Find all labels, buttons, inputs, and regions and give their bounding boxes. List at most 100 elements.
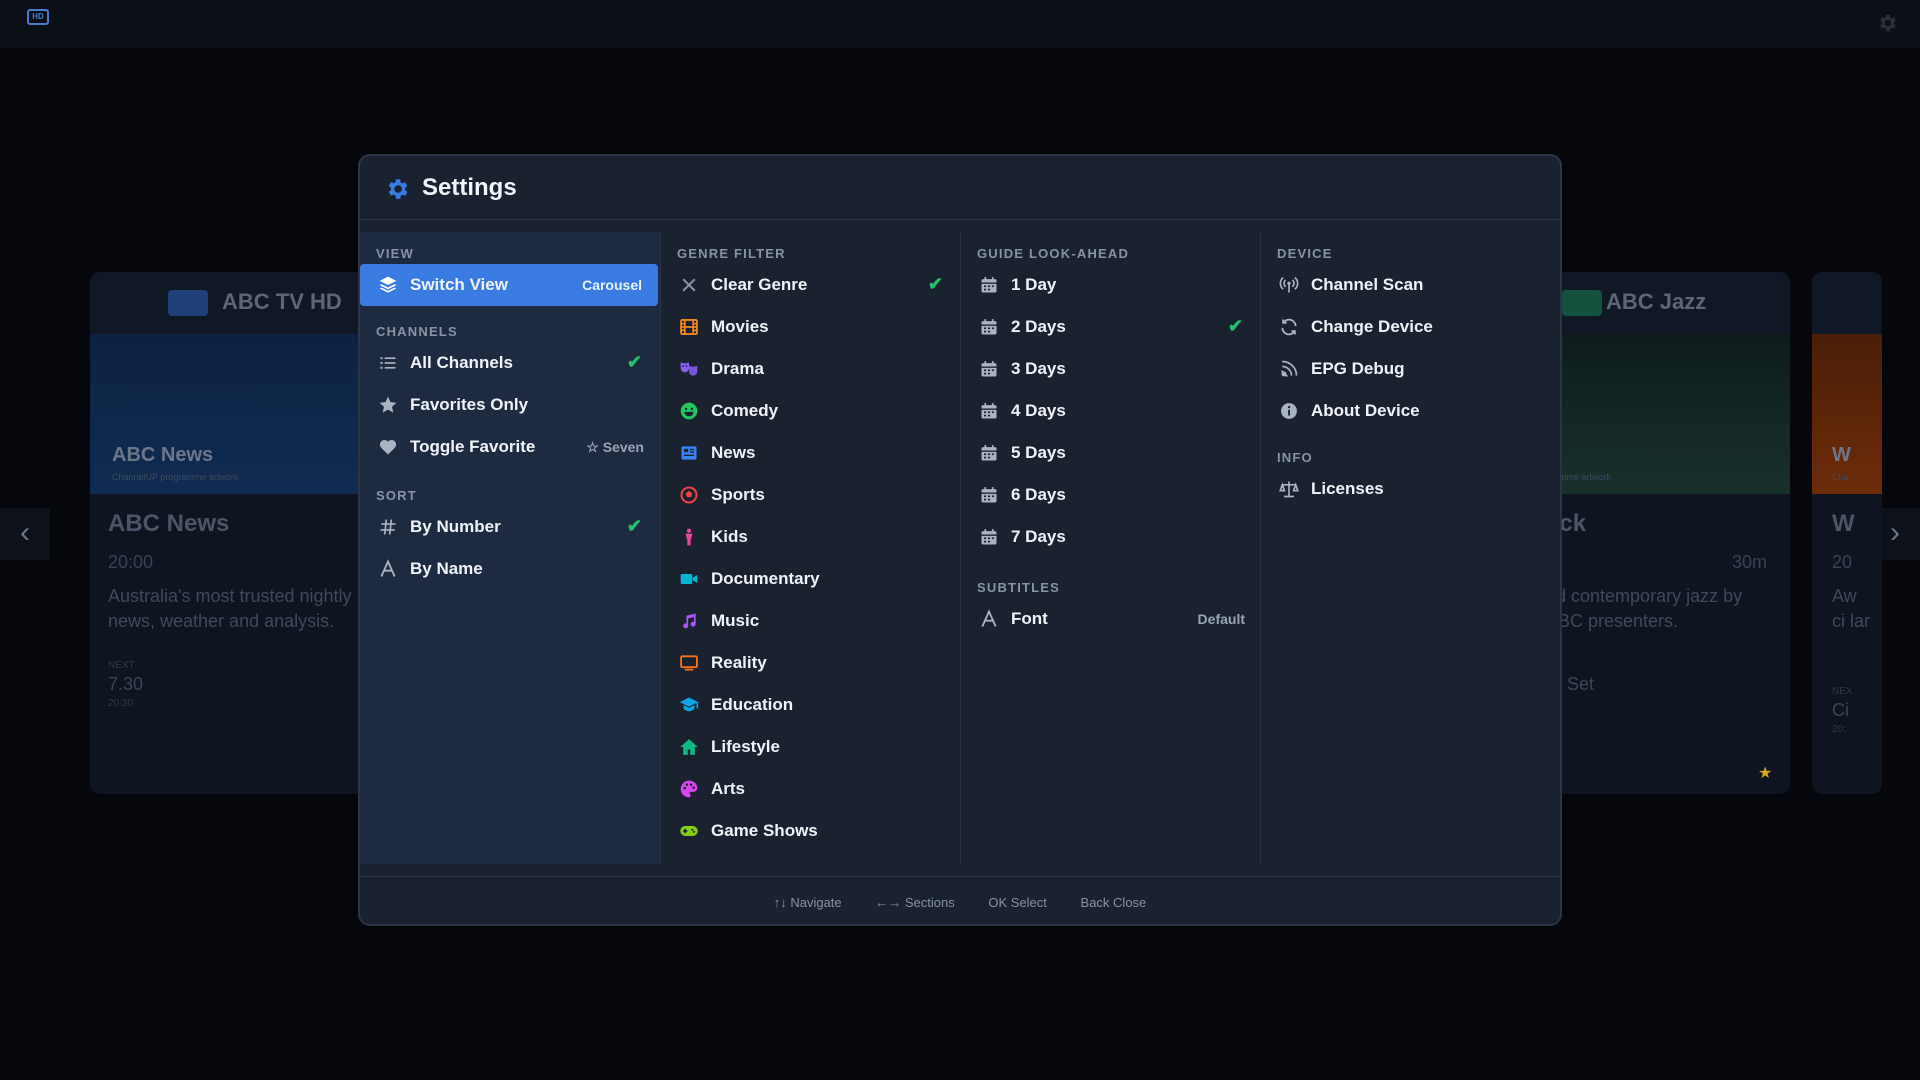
sports-item[interactable]: Sports [661,474,961,516]
sort-by-name-item[interactable]: By Name [360,548,660,590]
favorites-only-item[interactable]: Favorites Only [360,384,660,426]
item-label: Arts [711,779,746,798]
program-title: ABC News [108,510,230,537]
4-days-item[interactable]: 4 Days [961,390,1261,432]
channel-logo [168,290,208,316]
documentary-item[interactable]: Documentary [661,558,961,600]
video-icon [679,569,699,589]
channel-card[interactable]: ABC TV HD ABC News ChannelUP programme a… [90,272,390,794]
item-label: All Channels [410,353,513,372]
movies-item[interactable]: Movies [661,306,961,348]
hash-icon [378,517,398,537]
list-icon [378,353,398,373]
epg-debug-item[interactable]: EPG Debug [1261,348,1560,390]
program-duration: 30m [1732,552,1768,572]
item-label: By Number [410,517,501,536]
music-item[interactable]: Music [661,600,961,642]
hero-artwork: W Cha [1812,334,1882,494]
check-icon: ✔ [1227,316,1243,336]
modal-title: Settings [422,174,517,201]
2-days-item[interactable]: 2 Days ✔ [961,306,1261,348]
item-label: 4 Days [1011,401,1066,420]
scale-icon [1279,479,1299,499]
channel-scan-item[interactable]: Channel Scan [1261,264,1560,306]
education-item[interactable]: Education [661,684,961,726]
game-shows-item[interactable]: Game Shows [661,810,961,852]
6-days-item[interactable]: 6 Days [961,474,1261,516]
gamepad-icon [679,821,699,841]
layers-icon [378,275,398,295]
newspaper-icon [679,443,699,463]
calendar-icon [979,317,999,337]
sort-by-number-item[interactable]: By Number ✔ [360,506,660,548]
hero-title: ABC News [112,444,214,466]
program-description: nd contemporary jazz by ABC presenters. [1546,586,1743,631]
antenna-icon [1279,275,1299,295]
switch-view-item[interactable]: Switch View Carousel [360,264,658,306]
calendar-icon [979,485,999,505]
drama-item[interactable]: Drama [661,348,961,390]
licenses-item[interactable]: Licenses [1261,468,1560,510]
reality-item[interactable]: Reality [661,642,961,684]
kids-item[interactable]: Kids [661,516,961,558]
news-item[interactable]: News [661,432,961,474]
3-days-item[interactable]: 3 Days [961,348,1261,390]
item-label: EPG Debug [1311,359,1405,378]
check-icon: ✔ [626,516,642,536]
about-device-item[interactable]: About Device [1261,390,1560,432]
toggle-favorite-item[interactable]: Toggle Favorite ☆ Seven [360,426,660,468]
gear-icon [388,179,408,199]
channel-card[interactable]: W Cha W 20 Aw ci lar NEX Ci 20: [1812,272,1882,794]
item-label: 5 Days [1011,443,1066,462]
next-time: 20:30 [108,698,134,709]
comedy-item[interactable]: Comedy [661,390,961,432]
section-title-genre: Genre Filter [677,246,786,261]
item-label: 2 Days [1011,317,1066,336]
tv-icon [679,653,699,673]
subtitle-font-item[interactable]: Font Default [961,598,1261,640]
hero-title: W [1832,444,1851,466]
palette-icon [679,779,699,799]
calendar-icon [979,359,999,379]
section-title-lookahead: Guide Look-Ahead [977,246,1130,261]
item-label: Education [711,695,794,714]
item-label: Game Shows [711,821,818,840]
1-day-item[interactable]: 1 Day [961,264,1261,306]
item-label: News [711,443,756,462]
all-channels-item[interactable]: All Channels ✔ [360,342,660,384]
item-label: Kids [711,527,748,546]
music-icon [679,611,699,631]
item-label: 3 Days [1011,359,1066,378]
clear-genre-item[interactable]: Clear Genre ✔ [661,264,961,306]
item-label: Documentary [711,569,820,588]
program-title: W [1832,510,1855,537]
arts-item[interactable]: Arts [661,768,961,810]
next-title: 7.30 [108,674,144,694]
settings-column-guide: Guide Look-Ahead 1 Day 2 Days ✔ 3 Days 4 Day… [960,232,1260,864]
item-label: Favorites Only [410,395,529,414]
check-icon: ✔ [626,352,642,372]
x-icon [679,275,699,295]
calendar-icon [979,275,999,295]
home-icon [679,737,699,757]
lifestyle-item[interactable]: Lifestyle [661,726,961,768]
film-icon [679,317,699,337]
section-title-subtitles: Subtitles [977,580,1061,595]
change-device-item[interactable]: Change Device [1261,306,1560,348]
item-label: 7 Days [1011,527,1066,546]
info-icon [1279,401,1299,421]
7-days-item[interactable]: 7 Days [961,516,1261,558]
check-icon: ✔ [927,274,943,294]
heart-icon [378,437,398,457]
settings-column-view: View Switch View Carousel Channels All C… [360,232,660,864]
5-days-item[interactable]: 5 Days [961,432,1261,474]
carousel-prev-arrow[interactable]: ‹ [0,508,50,560]
gear-icon[interactable] [1876,12,1898,34]
section-title-channels: Channels [376,324,458,339]
section-title-view: View [376,246,415,261]
item-label: Clear Genre [711,275,808,294]
calendar-icon [979,401,999,421]
section-title-info: Info [1277,450,1313,465]
item-label: Sports [711,485,765,504]
masks-icon [679,359,699,379]
